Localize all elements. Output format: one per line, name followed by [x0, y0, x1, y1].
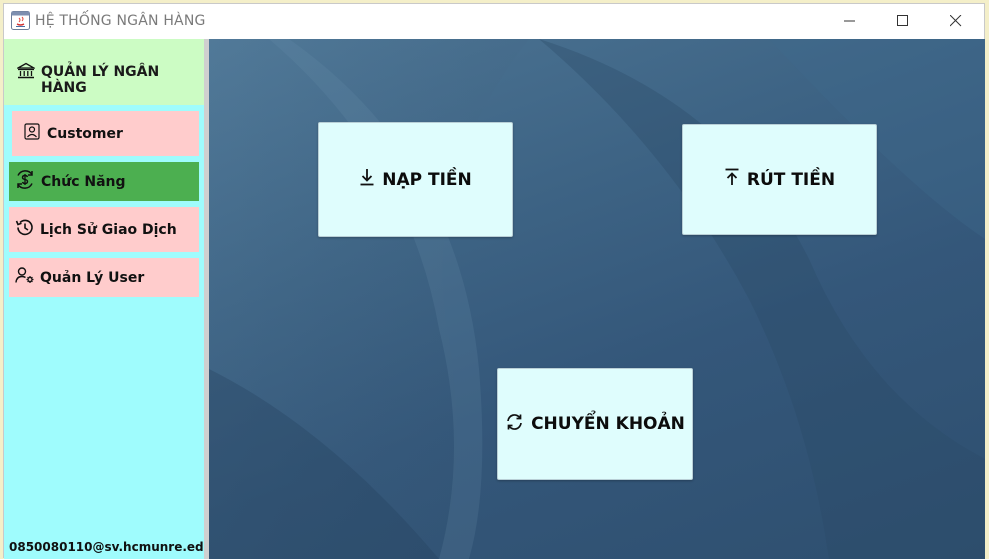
- close-button[interactable]: [933, 4, 979, 39]
- download-arrow-icon: [359, 168, 375, 191]
- transfer-label: CHUYỂN KHOẢN: [531, 414, 685, 434]
- upload-arrow-icon: [724, 168, 740, 191]
- withdraw-button[interactable]: RÚT TIỀN: [682, 124, 877, 235]
- sidebar-item-lich-su-giao-dich[interactable]: Lịch Sử Giao Dịch: [9, 207, 199, 252]
- customer-card-icon: [24, 122, 40, 145]
- minimize-icon: [844, 20, 855, 22]
- transfer-cycle-icon: [505, 413, 524, 436]
- minimize-button[interactable]: [827, 4, 873, 39]
- user-settings-icon: [15, 266, 35, 289]
- background-wave-graphic: [209, 39, 985, 559]
- deposit-label: NẠP TIỀN: [382, 169, 472, 190]
- sidebar-title: QUẢN LÝ NGÂN HÀNG: [41, 64, 160, 96]
- dollar-cycle-icon: [14, 168, 36, 195]
- title-bar[interactable]: HỆ THỐNG NGÂN HÀNG: [4, 4, 984, 39]
- sidebar: QUẢN LÝ NGÂN HÀNG Customer Chức Năng Lịc…: [4, 39, 233, 559]
- maximize-button[interactable]: [880, 4, 926, 39]
- sidebar-item-label: Chức Năng: [41, 173, 126, 190]
- sidebar-item-quan-ly-user[interactable]: Quản Lý User: [9, 258, 199, 297]
- bank-icon: [15, 62, 37, 85]
- app-window: HỆ THỐNG NGÂN HÀNG QUẢN LÝ NGÂN HÀNG Cus…: [3, 3, 985, 559]
- deposit-button[interactable]: NẠP TIỀN: [318, 122, 513, 237]
- close-icon: [950, 15, 962, 27]
- user-email: 0850080110@sv.hcmunre.edu.vn: [9, 540, 234, 554]
- java-app-icon: [11, 11, 30, 30]
- window-title: HỆ THỐNG NGÂN HÀNG: [35, 13, 206, 29]
- transfer-button[interactable]: CHUYỂN KHOẢN: [497, 368, 693, 480]
- sidebar-item-label: Customer: [47, 125, 123, 142]
- main-panel: NẠP TIỀN RÚT TIỀN CHUYỂN KHOẢN: [209, 39, 985, 559]
- withdraw-label: RÚT TIỀN: [746, 169, 836, 190]
- sidebar-header: QUẢN LÝ NGÂN HÀNG: [4, 39, 204, 105]
- sidebar-item-label: Lịch Sử Giao Dịch: [40, 221, 177, 238]
- maximize-icon: [897, 15, 908, 26]
- history-icon: [15, 217, 35, 242]
- sidebar-item-label: Quản Lý User: [40, 269, 145, 286]
- sidebar-item-chuc-nang[interactable]: Chức Năng: [9, 162, 199, 201]
- sidebar-item-customer[interactable]: Customer: [12, 111, 199, 156]
